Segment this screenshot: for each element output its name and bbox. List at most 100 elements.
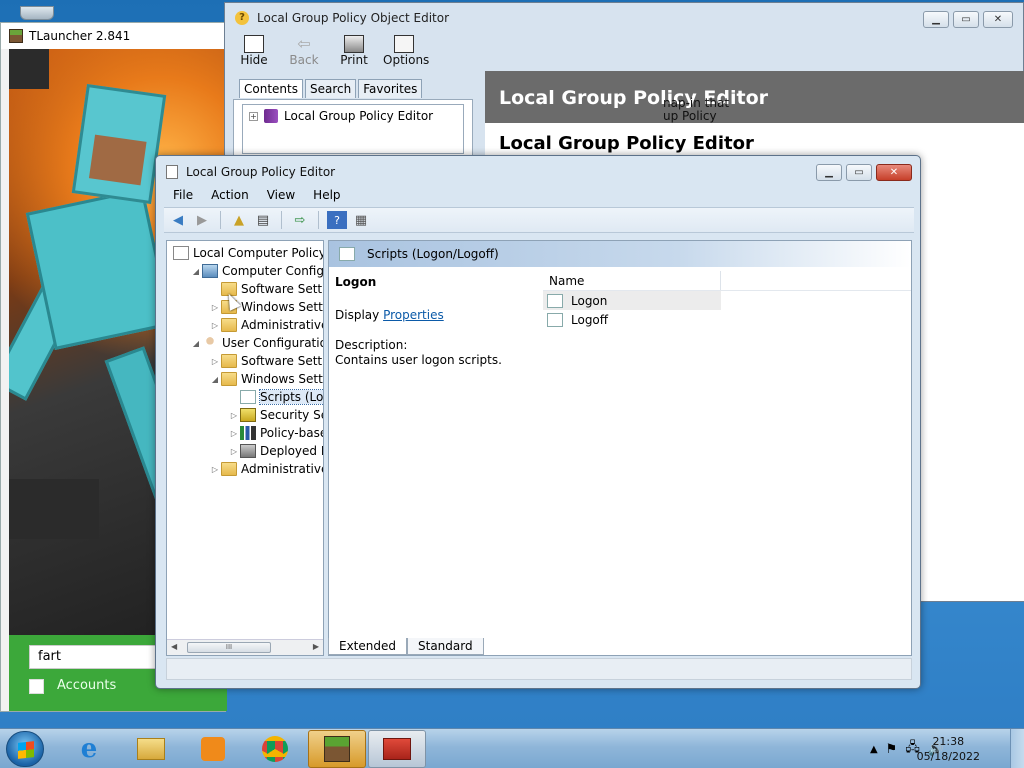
options-icon (394, 35, 414, 53)
expand-arrow-icon[interactable]: ▷ (209, 357, 221, 366)
close-button[interactable]: ✕ (983, 11, 1013, 28)
tree-item[interactable]: ▷ Deployed Prir (228, 442, 323, 460)
maximize-button[interactable]: ▭ (953, 11, 979, 28)
hide-button[interactable]: Hide (233, 33, 275, 67)
minecraft-cube-icon (324, 736, 350, 762)
help-icon[interactable]: ? (327, 211, 347, 229)
gpo-tabs: Contents Search Favorites (239, 79, 423, 98)
tab-search[interactable]: Search (304, 79, 357, 98)
tree-item[interactable]: Scripts (Logon (228, 388, 323, 406)
list-item-logoff[interactable]: Logoff (543, 310, 721, 329)
list-header: Name (543, 271, 911, 291)
properties-link[interactable]: Properties (383, 308, 444, 322)
chrome-icon (262, 736, 288, 762)
menu-file[interactable]: File (164, 186, 202, 204)
gpedit-taskbar-button[interactable] (368, 730, 426, 768)
action-center-flag-icon[interactable]: ⚑ (886, 742, 898, 757)
tree-item[interactable]: ▷ Software Settings (209, 352, 323, 370)
maximize-button[interactable]: ▭ (846, 164, 872, 181)
tree-item-label: Computer Configura (222, 264, 324, 278)
scrollbar-thumb[interactable]: III (187, 642, 271, 653)
expand-arrow-icon[interactable]: ▷ (228, 447, 240, 456)
start-button[interactable] (6, 731, 44, 767)
show-hide-tree-icon[interactable]: ▤ (253, 211, 273, 229)
minimize-button[interactable]: ▁ (923, 11, 949, 28)
tree-item[interactable]: ▷ Administrative Te (209, 460, 323, 478)
help-banner: Local Group Policy Editor (485, 71, 1024, 123)
internet-explorer-icon: e (80, 734, 98, 764)
scripts-list: Name Logon Logoff (543, 271, 911, 329)
expand-arrow-icon[interactable]: ▷ (209, 303, 221, 312)
tlauncher-titlebar[interactable]: TLauncher 2.841 (1, 23, 225, 49)
back-arrow-icon: ⇦ (297, 34, 311, 53)
scroll-right-icon[interactable]: ▶ (313, 642, 319, 651)
menu-view[interactable]: View (258, 186, 304, 204)
status-bar (166, 658, 912, 680)
accounts-checkbox[interactable] (29, 679, 44, 694)
print-button[interactable]: Print (333, 33, 375, 67)
tab-favorites[interactable]: Favorites (358, 79, 423, 98)
column-name[interactable]: Name (543, 271, 721, 290)
gpo-titlebar[interactable]: ? Local Group Policy Object Editor (225, 3, 1023, 33)
expand-arrow-icon[interactable]: ▷ (209, 465, 221, 474)
expand-arrow-icon[interactable]: ▷ (228, 429, 240, 438)
view-tabs: Extended Standard (328, 638, 484, 655)
display-properties-line: Display Properties (335, 308, 444, 322)
tab-contents[interactable]: Contents (239, 79, 303, 98)
list-item-logon[interactable]: Logon (543, 291, 721, 310)
expand-arrow-icon[interactable]: ◢ (190, 267, 202, 276)
details-pane: Scripts (Logon/Logoff) Logon Display Pro… (328, 240, 912, 656)
expand-icon[interactable]: + (249, 112, 258, 121)
tree-item-label: Deployed Prir (260, 444, 323, 458)
show-hidden-icons-icon[interactable]: ▲ (870, 744, 878, 755)
expand-arrow-icon[interactable]: ◢ (190, 339, 202, 348)
chrome-button[interactable] (246, 730, 304, 768)
expand-arrow-icon[interactable]: ▷ (228, 411, 240, 420)
tree-item[interactable]: ▷ Administrative Te (209, 316, 323, 334)
tlauncher-title: TLauncher 2.841 (29, 29, 131, 43)
tree-item[interactable]: ◢ Computer Configura (190, 262, 324, 280)
tree-item[interactable]: ◢ Windows Setting (209, 370, 323, 388)
menu-action[interactable]: Action (202, 186, 258, 204)
expand-arrow-icon[interactable]: ▷ (209, 321, 221, 330)
show-desktop-button[interactable] (1010, 729, 1024, 768)
minimize-button[interactable]: ▁ (816, 164, 842, 181)
explorer-button[interactable] (122, 730, 180, 768)
tree-item[interactable]: ▷ Security Settir (228, 406, 323, 424)
console-tree: Local Computer Policy ◢ Computer Configura… (166, 240, 324, 656)
desktop: TLauncher 2.841 fart Accounts ? Local Gr… (0, 0, 1024, 728)
printer-icon (240, 444, 256, 458)
tree-horizontal-scrollbar[interactable]: ◀ III ▶ (167, 639, 323, 655)
properties-view-icon[interactable]: ▦ (351, 211, 371, 229)
description-label: Description: (335, 338, 408, 352)
media-player-button[interactable] (184, 730, 242, 768)
policy-icon (173, 246, 189, 260)
menu-help[interactable]: Help (304, 186, 349, 204)
folder-icon (221, 318, 237, 332)
clock[interactable]: 21:38 05/18/2022 (917, 734, 980, 764)
expand-arrow-icon[interactable]: ◢ (209, 375, 221, 384)
tree-item-label: Scripts (Logon (259, 389, 323, 405)
menu-bar: File Action View Help (164, 184, 350, 206)
close-button[interactable]: ✕ (876, 164, 912, 181)
tree-item-label: Policy-based (260, 426, 323, 440)
tree-item[interactable]: ◢ User Configuration (190, 334, 323, 352)
forward-arrow-icon[interactable]: ▶ (192, 211, 212, 229)
tree-item[interactable]: Local Computer Policy (171, 244, 323, 262)
options-button[interactable]: Options (383, 33, 429, 67)
export-list-icon[interactable]: ⇨ (290, 211, 310, 229)
tree-item[interactable]: ▷ Policy-based (228, 424, 323, 442)
gpo-tree-item[interactable]: + Local Group Policy Editor (242, 104, 464, 154)
up-folder-icon[interactable]: ▲ (229, 211, 249, 229)
gpo-contents-tree: + Local Group Policy Editor (233, 99, 473, 159)
scroll-left-icon[interactable]: ◀ (171, 642, 177, 651)
tab-extended[interactable]: Extended (328, 638, 407, 655)
lgpe-window-controls: ▁ ▭ ✕ (816, 164, 912, 181)
internet-explorer-button[interactable]: e (60, 730, 118, 768)
tab-standard[interactable]: Standard (407, 638, 484, 655)
tlauncher-taskbar-button[interactable] (308, 730, 366, 768)
back-arrow-icon[interactable]: ◀ (168, 211, 188, 229)
back-button[interactable]: ⇦ Back (283, 33, 325, 68)
recycle-bin-icon[interactable] (20, 6, 54, 20)
tree-item-label: Security Settir (260, 408, 323, 422)
